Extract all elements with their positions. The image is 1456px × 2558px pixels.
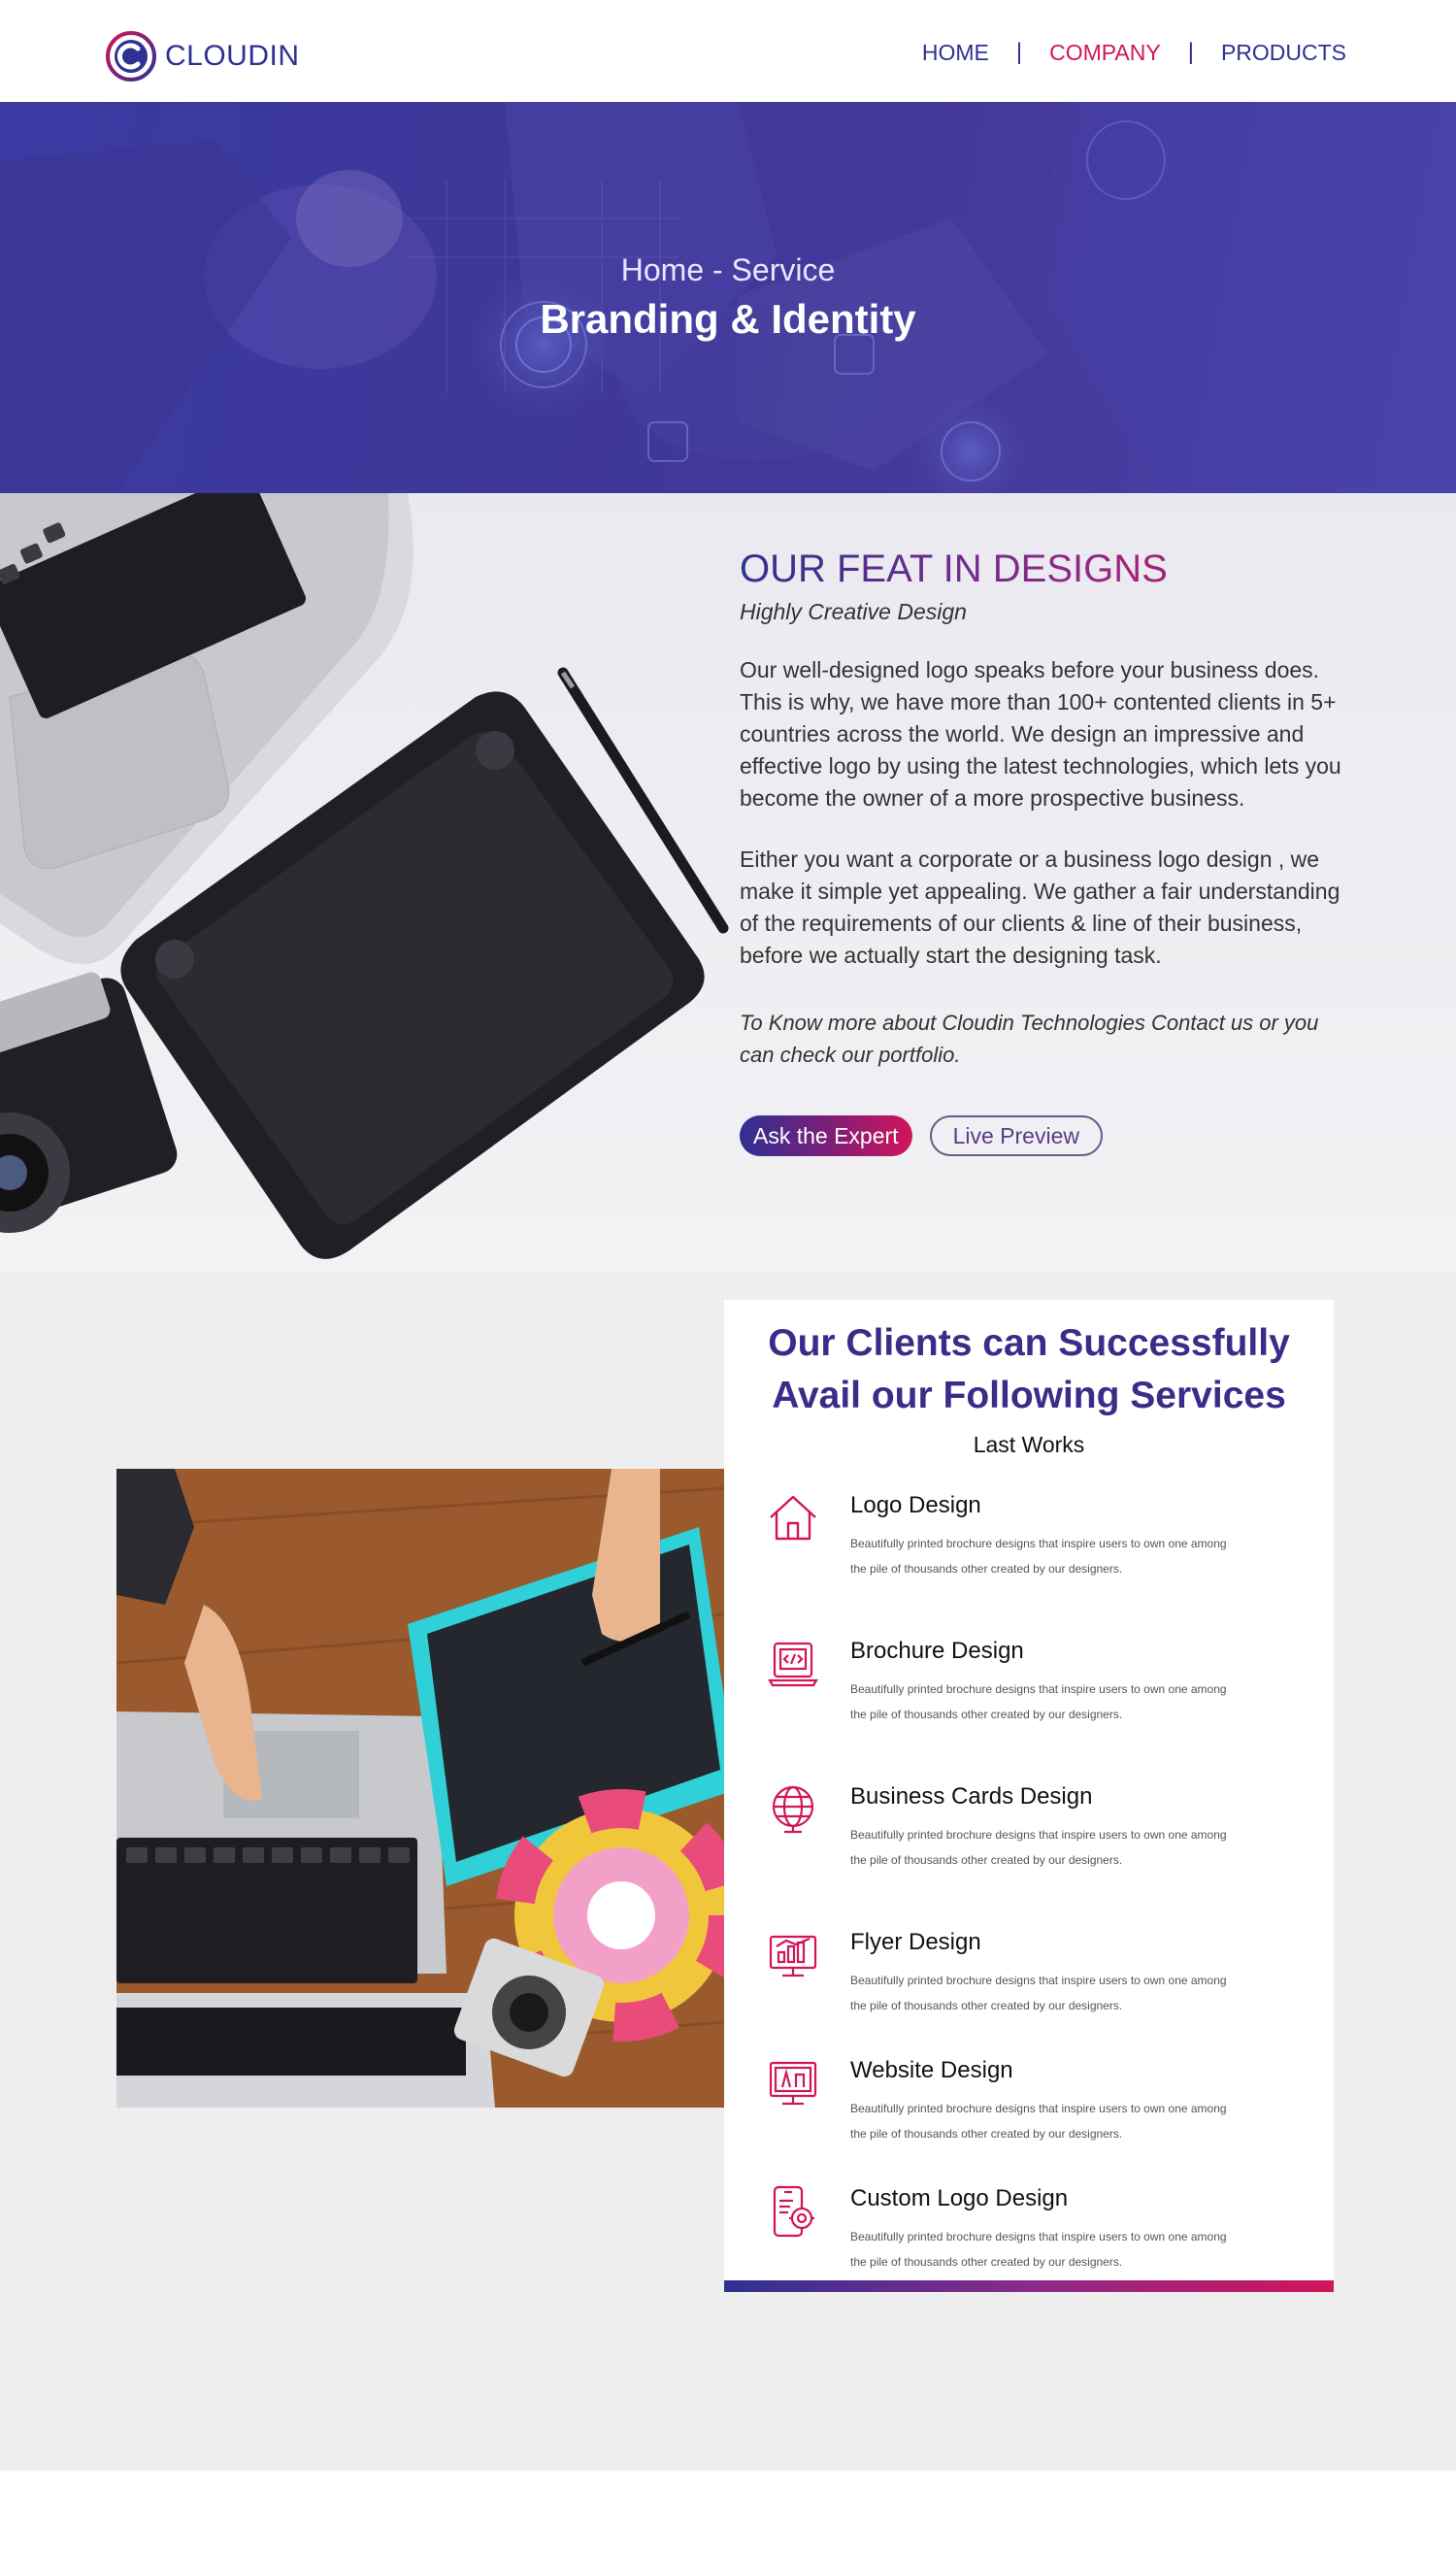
- services-title-line: Our Clients can Successfully: [768, 1322, 1290, 1364]
- service-name: Logo Design: [850, 1492, 981, 1518]
- service-description: Beautifully printed brochure designs tha…: [850, 1828, 1227, 1867]
- brand-name: CLOUDIN: [165, 40, 300, 72]
- brand-logo[interactable]: CLOUDIN: [105, 30, 300, 83]
- paragraph: Either you want a corporate or a busines…: [740, 847, 1340, 968]
- site-header: CLOUDIN HOME | COMPANY | PRODUCTS: [0, 0, 1456, 102]
- service-name: Website Design: [850, 2057, 1013, 2083]
- service-description: Beautifully printed brochure designs tha…: [850, 2102, 1227, 2141]
- feat-content: OUR FEAT IN DESIGNS Highly Creative Desi…: [740, 548, 1351, 1156]
- nav-separator: |: [1015, 39, 1023, 65]
- service-name: Custom Logo Design: [850, 2185, 1069, 2211]
- nav-company[interactable]: COMPANY: [1049, 40, 1161, 66]
- service-description: Beautifully printed brochure designs tha…: [850, 1537, 1227, 1576]
- services-section: Our Clients can Successfully Avail our F…: [0, 1273, 1456, 2471]
- laptop-code-icon: [768, 1642, 818, 1687]
- page-title: Branding & Identity: [540, 296, 916, 342]
- service-name: Business Cards Design: [850, 1783, 1093, 1810]
- list-item[interactable]: Brochure Design Beautifully printed broc…: [767, 1638, 1310, 1744]
- breadcrumb: Home - Service: [620, 252, 836, 287]
- list-item[interactable]: Logo Design Beautifully printed brochure…: [767, 1492, 1310, 1599]
- card-accent-bar: [724, 2280, 1334, 2292]
- home-icon: [770, 1495, 816, 1541]
- list-item[interactable]: Website Design Beautifully printed broch…: [767, 2057, 1310, 2164]
- cta-buttons: Ask the Expert Live Preview: [740, 1115, 1351, 1156]
- designer-workspace-photo: [116, 1469, 725, 2108]
- cloudin-logo-icon: [106, 31, 156, 82]
- service-name: Brochure Design: [850, 1638, 1024, 1664]
- services-card: Our Clients can Successfully Avail our F…: [724, 1300, 1334, 2292]
- list-item[interactable]: Custom Logo Design Beautifully printed b…: [767, 2185, 1310, 2292]
- service-name: Flyer Design: [850, 1929, 981, 1955]
- service-description: Beautifully printed brochure designs tha…: [850, 1682, 1227, 1721]
- paragraph: Our well-designed logo speaks before you…: [740, 657, 1341, 811]
- hero-heading: Home - Service Branding & Identity: [0, 252, 1456, 343]
- list-item[interactable]: Business Cards Design Beautifully printe…: [767, 1783, 1310, 1890]
- main-nav: HOME | COMPANY | PRODUCTS: [922, 39, 1346, 66]
- service-description: Beautifully printed brochure designs tha…: [850, 2230, 1227, 2269]
- nav-separator: |: [1187, 39, 1194, 65]
- nav-home[interactable]: HOME: [922, 40, 989, 66]
- hero-banner: Home - Service Branding & Identity: [0, 102, 1456, 493]
- desk-workspace-image: [0, 493, 729, 1259]
- service-description: Beautifully printed brochure designs tha…: [850, 1974, 1227, 2012]
- section-title: OUR FEAT IN DESIGNS: [740, 548, 1351, 591]
- services-subtitle: Last Works: [973, 1432, 1085, 1457]
- mobile-settings-icon: [773, 2185, 814, 2238]
- monitor-chart-icon: [769, 1935, 817, 1977]
- services-title-line: Avail our Following Services: [772, 1375, 1286, 1416]
- services-title: Our Clients can Successfully Avail our F…: [724, 1317, 1334, 1422]
- globe-icon: [772, 1785, 814, 1834]
- list-item[interactable]: Flyer Design Beautifully printed brochur…: [767, 1929, 1310, 2036]
- monitor-design-icon: [769, 2061, 817, 2106]
- nav-products[interactable]: PRODUCTS: [1221, 40, 1346, 66]
- live-preview-button[interactable]: Live Preview: [929, 1115, 1103, 1156]
- section-subtitle: Highly Creative Design: [740, 599, 967, 624]
- ask-the-expert-button[interactable]: Ask the Expert: [740, 1115, 912, 1156]
- feat-section: OUR FEAT IN DESIGNS Highly Creative Desi…: [0, 493, 1456, 1273]
- contact-note: To Know more about Cloudin Technologies …: [740, 1011, 1319, 1067]
- footer-strip: [0, 2471, 1456, 2558]
